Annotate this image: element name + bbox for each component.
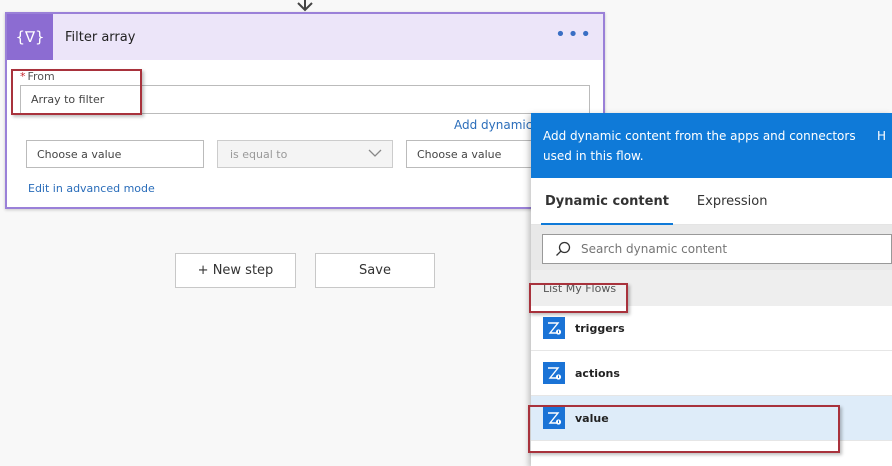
filter-icon-glyph: {∇}: [15, 28, 45, 46]
required-marker: *: [20, 70, 26, 83]
connector-arrow-icon: [297, 0, 313, 12]
from-label-text: From: [27, 70, 55, 83]
group-label-list-my-flows: List My Flows: [531, 270, 892, 306]
filter-array-icon: {∇}: [7, 14, 53, 60]
search-input[interactable]: [581, 242, 861, 256]
chevron-down-icon: [368, 149, 382, 157]
panel-header: Add dynamic content from the apps and co…: [531, 113, 892, 178]
panel-tabs: Dynamic content Expression: [531, 178, 892, 225]
dynamic-item-actions[interactable]: actions: [531, 351, 892, 396]
search-icon: [556, 241, 571, 256]
dynamic-content-panel: Add dynamic content from the apps and co…: [531, 113, 892, 466]
add-dynamic-content-link[interactable]: Add dynamic: [454, 118, 532, 132]
tab-expression[interactable]: Expression: [693, 178, 772, 224]
operator-select[interactable]: is equal to: [217, 140, 393, 168]
from-input[interactable]: Array to filter: [20, 85, 590, 114]
dynamic-item-triggers[interactable]: triggers: [531, 306, 892, 351]
dynamic-item-value[interactable]: value: [531, 396, 892, 441]
filter-array-card: {∇} Filter array ••• * From Array to filt…: [5, 12, 605, 209]
flow-token-icon: [543, 362, 565, 384]
card-title: Filter array: [65, 29, 136, 45]
left-value-input[interactable]: Choose a value: [26, 140, 204, 168]
new-step-button[interactable]: + New step: [175, 253, 296, 288]
edit-advanced-mode-link[interactable]: Edit in advanced mode: [28, 182, 155, 195]
group-label-text: List My Flows: [543, 281, 617, 295]
card-header[interactable]: {∇} Filter array •••: [7, 14, 603, 60]
more-options-button[interactable]: •••: [555, 26, 593, 44]
panel-header-edge-text[interactable]: H: [877, 126, 886, 146]
flow-token-icon: [543, 407, 565, 429]
operator-label: is equal to: [230, 148, 288, 161]
item-label: value: [575, 411, 609, 425]
search-area: [531, 225, 892, 270]
item-label: actions: [575, 366, 620, 380]
from-label: * From: [20, 70, 55, 83]
flow-token-icon: [543, 317, 565, 339]
search-box[interactable]: [542, 234, 892, 264]
right-value-input[interactable]: Choose a value: [406, 140, 546, 168]
panel-header-text: Add dynamic content from the apps and co…: [543, 129, 856, 163]
item-label: triggers: [575, 321, 625, 335]
save-button[interactable]: Save: [315, 253, 435, 288]
tab-dynamic-content[interactable]: Dynamic content: [541, 178, 673, 225]
